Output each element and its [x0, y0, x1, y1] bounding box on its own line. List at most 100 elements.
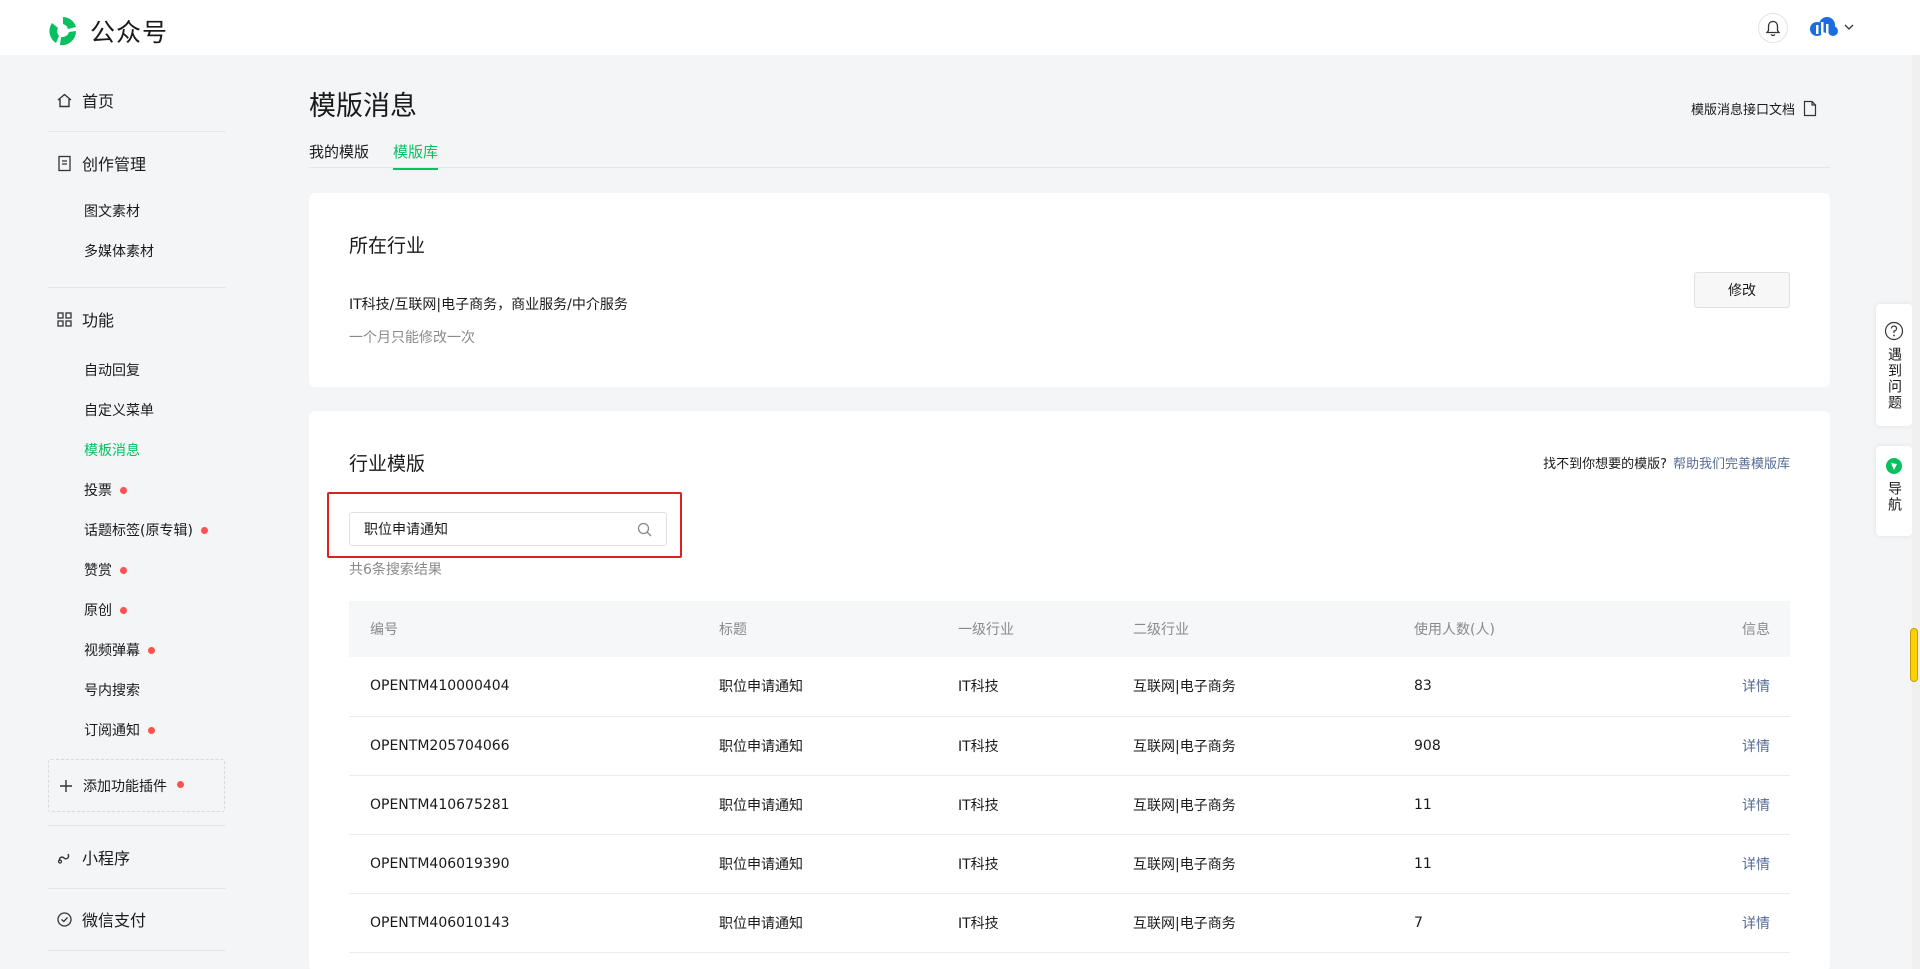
api-doc-link[interactable]: 模版消息接口文档	[1691, 99, 1817, 118]
sidebar-item-label: 订阅通知	[84, 723, 140, 739]
sidebar-item-original[interactable]: 原创	[84, 600, 127, 622]
sidebar-item-vote[interactable]: 投票	[84, 480, 127, 502]
industry-value: IT科技/互联网|电子商务，商业服务/中介服务	[349, 297, 628, 313]
account-menu[interactable]	[1808, 16, 1854, 38]
document-icon	[58, 155, 71, 171]
sidebar-item-features[interactable]: 功能	[56, 303, 114, 335]
industry-note: 一个月只能修改一次	[349, 330, 475, 346]
divider	[48, 950, 226, 951]
divider	[48, 825, 226, 826]
table-row: OPENTM406010143 职位申请通知 IT科技 互联网|电子商务 7 详…	[349, 893, 1790, 953]
industry-heading: 所在行业	[349, 235, 426, 257]
add-plugin-button[interactable]: 添加功能插件	[48, 759, 225, 812]
sidebar-item-auto-reply[interactable]: 自动回复	[84, 360, 140, 382]
sidebar-item-label: 投票	[84, 483, 112, 499]
sidebar-item-label: 赞赏	[84, 563, 112, 579]
templates-heading: 行业模版	[349, 453, 426, 475]
column-header: 使用人数(人)	[1414, 601, 1714, 657]
pay-icon	[57, 911, 72, 927]
search-input-value: 职位申请通知	[364, 522, 448, 538]
sidebar-item-label: 微信支付	[82, 911, 147, 930]
sidebar-item-articles[interactable]: 图文素材	[84, 201, 140, 223]
sidebar-item-label: 号内搜索	[84, 683, 140, 699]
result-count: 共6条搜索结果	[349, 562, 442, 578]
template-id: OPENTM406010143	[349, 893, 719, 953]
sidebar-item-reward[interactable]: 赞赏	[84, 560, 127, 582]
usage-count: 11	[1414, 775, 1714, 835]
primary-industry: IT科技	[958, 716, 1133, 776]
details-link[interactable]: 详情	[1714, 716, 1790, 776]
edit-industry-button[interactable]: 修改	[1694, 272, 1790, 308]
scrollbar-thumb[interactable]	[1910, 628, 1918, 682]
home-icon	[57, 93, 72, 107]
new-badge-dot	[120, 606, 127, 614]
new-badge-dot	[148, 726, 155, 734]
sidebar-item-media[interactable]: 多媒体素材	[84, 241, 154, 263]
sidebar-item-label: 创作管理	[82, 155, 147, 174]
template-table: 编号 标题 一级行业 二级行业 使用人数(人) 信息 OPENTM4100004…	[349, 601, 1790, 953]
sidebar-item-in-account-search[interactable]: 号内搜索	[84, 680, 140, 702]
sidebar-item-template-message[interactable]: 模板消息	[84, 440, 140, 462]
template-title: 职位申请通知	[719, 657, 958, 717]
template-id: OPENTM410000404	[349, 657, 719, 717]
secondary-industry: 互联网|电子商务	[1133, 716, 1414, 776]
divider	[48, 888, 226, 889]
template-search-input[interactable]: 职位申请通知	[349, 512, 667, 546]
details-link[interactable]: 详情	[1714, 657, 1790, 717]
guide-float-label: 导航	[1886, 481, 1902, 513]
sidebar-item-label: 原创	[84, 603, 112, 619]
primary-industry: IT科技	[958, 657, 1133, 717]
help-float-button[interactable]: 遇到问题	[1876, 304, 1912, 426]
help-question: 找不到你想要的模版?	[1543, 457, 1667, 472]
add-plugin-label: 添加功能插件	[83, 778, 167, 795]
sidebar-item-wechat-pay[interactable]: 微信支付	[56, 903, 146, 935]
search-icon[interactable]	[637, 522, 652, 537]
mini-program-icon	[57, 853, 70, 864]
table-row: OPENTM205704066 职位申请通知 IT科技 互联网|电子商务 908…	[349, 716, 1790, 776]
sidebar-item-label: 首页	[82, 92, 115, 111]
sidebar-item-custom-menu[interactable]: 自定义菜单	[84, 400, 154, 422]
sidebar-item-label: 功能	[82, 311, 115, 330]
tab-divider	[309, 167, 1830, 168]
sidebar-item-label: 视频弹幕	[84, 643, 140, 659]
primary-industry: IT科技	[958, 775, 1133, 835]
logo[interactable]: 公众号	[46, 13, 168, 49]
sidebar-item-home[interactable]: 首页	[56, 84, 114, 116]
table-row: OPENTM410000404 职位申请通知 IT科技 互联网|电子商务 83 …	[349, 657, 1790, 717]
tab-bar: 我的模版 模版库	[309, 141, 439, 170]
column-header: 标题	[719, 601, 958, 657]
usage-count: 908	[1414, 716, 1714, 776]
new-badge-dot	[177, 781, 184, 788]
details-link[interactable]: 详情	[1714, 893, 1790, 953]
notification-button[interactable]	[1758, 13, 1788, 43]
tab-template-library[interactable]: 模版库	[393, 141, 439, 170]
sidebar-item-subscription-notice[interactable]: 订阅通知	[84, 720, 155, 742]
page-scrollbar[interactable]	[1912, 55, 1920, 969]
column-header: 一级行业	[958, 601, 1133, 657]
new-badge-dot	[200, 526, 208, 534]
details-link[interactable]: 详情	[1714, 834, 1790, 894]
sidebar-item-label: 模板消息	[84, 443, 140, 459]
table-row: OPENTM410675281 职位申请通知 IT科技 互联网|电子商务 11 …	[349, 775, 1790, 835]
tab-my-templates[interactable]: 我的模版	[309, 141, 369, 170]
improve-library-link[interactable]: 帮助我们完善模版库	[1673, 457, 1790, 472]
new-badge-dot	[120, 486, 127, 494]
sidebar-item-mini-program[interactable]: 小程序	[56, 841, 130, 873]
template-title: 职位申请通知	[719, 775, 958, 835]
secondary-industry: 互联网|电子商务	[1133, 893, 1414, 953]
sidebar-item-label: 自动回复	[84, 363, 140, 379]
secondary-industry: 互联网|电子商务	[1133, 775, 1414, 835]
grid-icon	[57, 311, 72, 327]
column-header: 二级行业	[1133, 601, 1414, 657]
guide-float-button[interactable]: 导航	[1876, 446, 1912, 536]
template-title: 职位申请通知	[719, 834, 958, 894]
divider	[48, 287, 226, 288]
logo-text: 公众号	[90, 18, 169, 47]
sidebar-item-topic-tags[interactable]: 话题标签(原专辑)	[84, 520, 208, 542]
secondary-industry: 互联网|电子商务	[1133, 834, 1414, 894]
sidebar-item-create[interactable]: 创作管理	[56, 147, 146, 179]
sidebar-item-video-danmaku[interactable]: 视频弹幕	[84, 640, 155, 662]
details-link[interactable]: 详情	[1714, 775, 1790, 835]
sidebar-item-label: 话题标签(原专辑)	[84, 523, 193, 539]
help-text: 找不到你想要的模版? 帮助我们完善模版库	[1543, 453, 1790, 472]
